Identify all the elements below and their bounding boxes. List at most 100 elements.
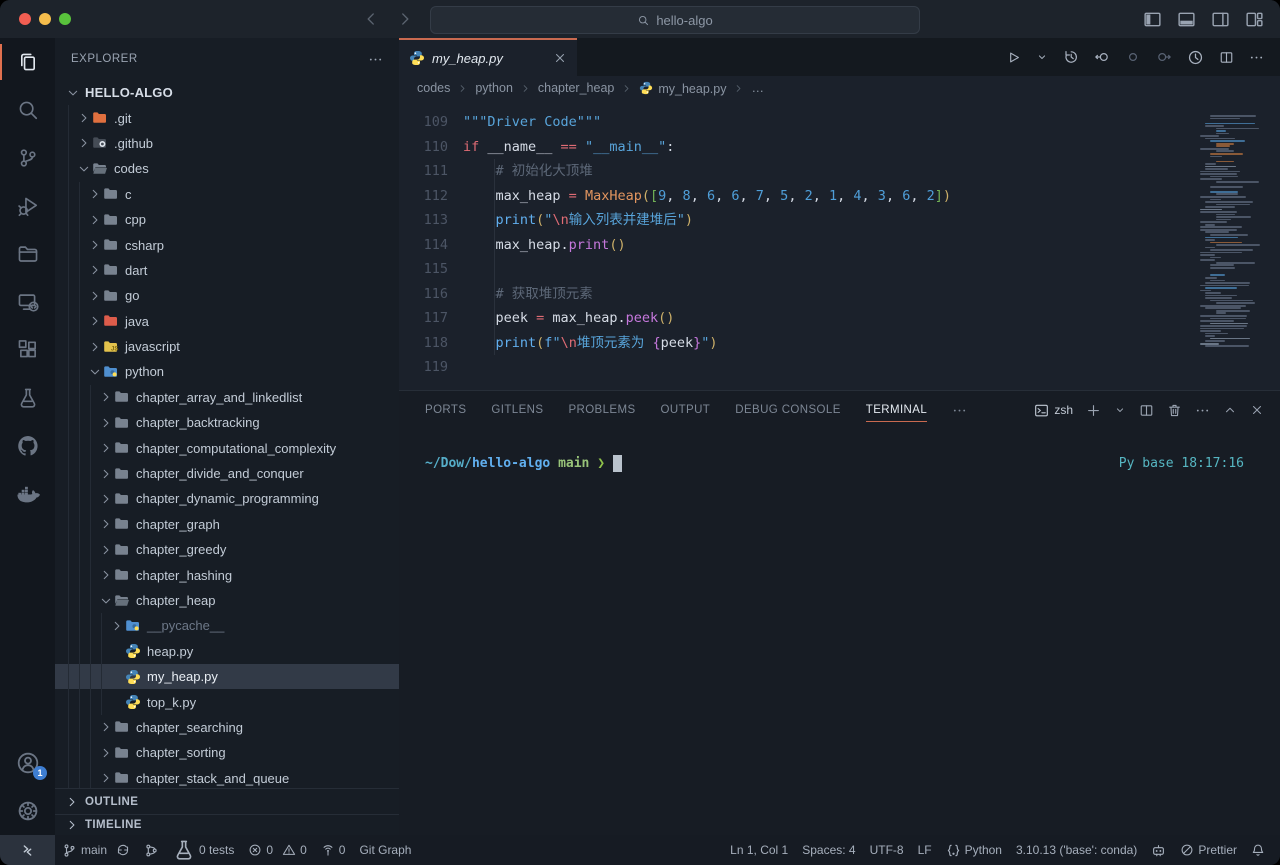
forward-button[interactable]	[396, 10, 414, 28]
outline-section[interactable]: OUTLINE	[55, 788, 399, 814]
activity-run-and-debug[interactable]	[0, 182, 55, 230]
layout-sidebar-left-icon[interactable]	[1143, 10, 1162, 29]
feedback-button[interactable]: 0	[314, 835, 353, 865]
breadcrumb-item[interactable]: …	[751, 81, 764, 95]
tree-item-chapter-greedy[interactable]: chapter_greedy	[55, 537, 399, 562]
activity-github[interactable]	[0, 422, 55, 470]
copilot-button[interactable]	[1144, 835, 1173, 865]
more-icon[interactable]	[1195, 403, 1210, 418]
tree-item-chapter-array-and-linkedlist[interactable]: chapter_array_and_linkedlist	[55, 385, 399, 410]
cursor-position-button[interactable]: Ln 1, Col 1	[723, 835, 795, 865]
chev-up-icon[interactable]	[1223, 403, 1237, 417]
activity-source-control[interactable]	[0, 134, 55, 182]
tree-item-heap-py[interactable]: heap.py	[55, 639, 399, 664]
terminal-profile[interactable]: zsh	[1034, 403, 1073, 418]
tab-my-heap-py[interactable]: my_heap.py	[399, 38, 577, 76]
minimize-window-button[interactable]	[39, 13, 51, 25]
git-branch-button[interactable]: main	[55, 835, 137, 865]
tests-button[interactable]: 0 tests	[166, 835, 241, 865]
tree-item--github[interactable]: .github	[55, 131, 399, 156]
tree-item-codes[interactable]: codes	[55, 156, 399, 181]
indentation-button[interactable]: Spaces: 4	[795, 835, 862, 865]
tree-item-chapter-hashing[interactable]: chapter_hashing	[55, 562, 399, 587]
tree-item-dart[interactable]: dart	[55, 258, 399, 283]
chev-down-sm-icon[interactable]	[1036, 51, 1048, 63]
tree-item-hello-algo[interactable]: HELLO-ALGO	[55, 80, 399, 105]
activity-search[interactable]	[0, 86, 55, 134]
prettier-button[interactable]: Prettier	[1173, 835, 1244, 865]
tree-item-chapter-dynamic-programming[interactable]: chapter_dynamic_programming	[55, 486, 399, 511]
back-button[interactable]	[362, 10, 380, 28]
layout-panel-icon[interactable]	[1177, 10, 1196, 29]
play-icon[interactable]	[1006, 50, 1021, 65]
panel-tab-output[interactable]: OUTPUT	[661, 391, 711, 429]
panel-more-icon[interactable]	[952, 403, 967, 418]
panel-tab-problems[interactable]: PROBLEMS	[568, 391, 635, 429]
tree-item-java[interactable]: java	[55, 309, 399, 334]
prev-change-icon[interactable]	[1094, 49, 1110, 65]
maximize-window-button[interactable]	[59, 13, 71, 25]
language-mode-button[interactable]: Python	[939, 835, 1009, 865]
trash-icon[interactable]	[1167, 403, 1182, 418]
tree-item-chapter-backtracking[interactable]: chapter_backtracking	[55, 410, 399, 435]
tree-item-c[interactable]: c	[55, 182, 399, 207]
layout-custom-icon[interactable]	[1245, 10, 1264, 29]
tree-item-chapter-graph[interactable]: chapter_graph	[55, 512, 399, 537]
close-icon[interactable]	[1250, 403, 1264, 417]
minimap[interactable]	[1200, 115, 1266, 348]
notifications-button[interactable]	[1244, 835, 1272, 865]
panel-tab-terminal[interactable]: TERMINAL	[866, 391, 927, 429]
terminal[interactable]: ~/Dow/hello-algo main ❯Py base 18:17:16	[399, 429, 1280, 835]
breadcrumb-item[interactable]: chapter_heap	[538, 81, 614, 95]
tree-item-chapter-heap[interactable]: chapter_heap	[55, 588, 399, 613]
explorer-more-actions-icon[interactable]	[368, 52, 383, 67]
tree-item-my-heap-py[interactable]: my_heap.py	[55, 664, 399, 689]
activity-explorer[interactable]	[0, 38, 55, 86]
more-icon[interactable]	[1249, 50, 1264, 65]
tree-item-chapter-divide-and-conquer[interactable]: chapter_divide_and_conquer	[55, 461, 399, 486]
activity-accounts[interactable]: 1	[0, 739, 55, 787]
tree-item--pycache-[interactable]: __pycache__	[55, 613, 399, 638]
tree-item-top-k-py[interactable]: top_k.py	[55, 689, 399, 714]
command-center-search[interactable]: hello-algo	[430, 6, 920, 34]
panel-tab-debug-console[interactable]: DEBUG CONSOLE	[735, 391, 841, 429]
encoding-button[interactable]: UTF-8	[863, 835, 911, 865]
activity-testing[interactable]	[0, 374, 55, 422]
tree-item--git[interactable]: .git	[55, 105, 399, 130]
activity-extensions[interactable]	[0, 326, 55, 374]
code-editor[interactable]: 109"""Driver Code"""110if __name__ == "_…	[399, 100, 1280, 390]
git-graph-view-button[interactable]	[137, 835, 166, 865]
tree-item-chapter-searching[interactable]: chapter_searching	[55, 715, 399, 740]
tree-item-go[interactable]: go	[55, 283, 399, 308]
plus-icon[interactable]	[1086, 403, 1101, 418]
breadcrumb-item[interactable]: python	[475, 81, 513, 95]
tree-item-chapter-sorting[interactable]: chapter_sorting	[55, 740, 399, 765]
tree-item-chapter-stack-and-queue[interactable]: chapter_stack_and_queue	[55, 766, 399, 788]
close-tab-icon[interactable]	[553, 51, 567, 65]
python-interpreter-button[interactable]: 3.10.13 ('base': conda)	[1009, 835, 1144, 865]
split-icon[interactable]	[1139, 403, 1154, 418]
tree-item-cpp[interactable]: cpp	[55, 207, 399, 232]
tree-item-javascript[interactable]: JSjavascript	[55, 334, 399, 359]
chev-down-sm-icon[interactable]	[1114, 404, 1126, 416]
breadcrumb-item[interactable]: my_heap.py	[639, 80, 726, 96]
next-change-icon[interactable]	[1156, 49, 1172, 65]
split-icon[interactable]	[1219, 50, 1234, 65]
problems-button[interactable]: 00	[241, 835, 313, 865]
panel-tab-gitlens[interactable]: GITLENS	[491, 391, 543, 429]
close-window-button[interactable]	[19, 13, 31, 25]
gitlens-icon[interactable]	[1187, 49, 1204, 66]
tree-item-chapter-computational-complexity[interactable]: chapter_computational_complexity	[55, 435, 399, 460]
layout-sidebar-right-icon[interactable]	[1211, 10, 1230, 29]
git-graph-button[interactable]: Git Graph	[352, 835, 418, 865]
timeline-section[interactable]: TIMELINE	[55, 814, 399, 835]
activity-remote-explorer[interactable]	[0, 278, 55, 326]
panel-tab-ports[interactable]: PORTS	[425, 391, 466, 429]
history-icon[interactable]	[1063, 49, 1079, 65]
activity-settings[interactable]	[0, 787, 55, 835]
circle-icon[interactable]	[1125, 49, 1141, 65]
eol-button[interactable]: LF	[911, 835, 939, 865]
tree-item-csharp[interactable]: csharp	[55, 232, 399, 257]
activity-docker[interactable]	[0, 470, 55, 518]
activity-file-manager[interactable]	[0, 230, 55, 278]
